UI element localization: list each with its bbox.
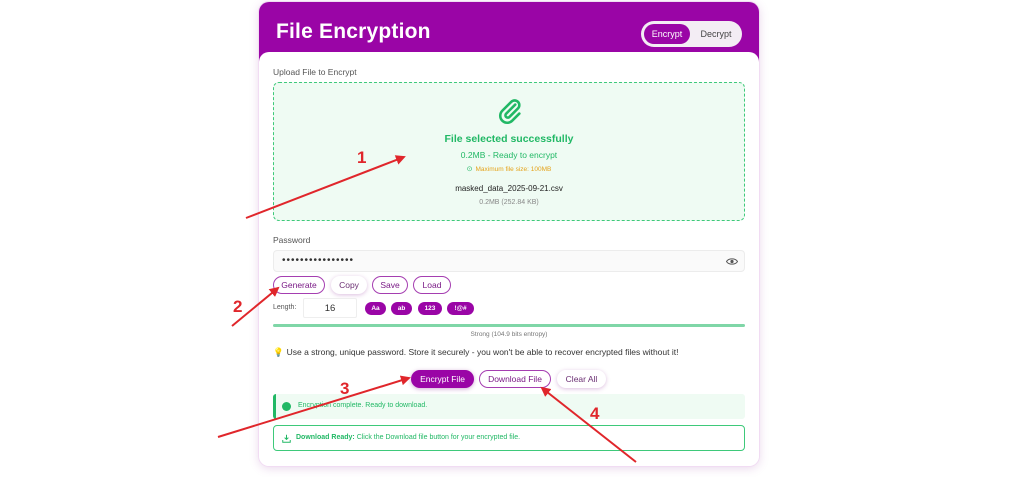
selected-file-name: masked_data_2025-09-21.csv — [455, 184, 563, 193]
max-file-size-text: Maximum file size: 100MB — [475, 166, 552, 173]
download-ready-box: Download Ready: Click the Download file … — [273, 425, 745, 451]
length-label: Length: — [273, 304, 297, 311]
generate-button[interactable]: Generate — [273, 276, 325, 294]
status-message: Encryption complete. Ready to download. — [298, 402, 428, 409]
symbols-chip[interactable]: !@# — [447, 302, 474, 315]
selected-file-size: 0.2MB (252.84 KB) — [479, 199, 539, 206]
upload-ready-text: 0.2MB - Ready to encrypt — [460, 150, 558, 160]
strength-text: Strong (104.9 bits entropy) — [470, 331, 548, 338]
save-button[interactable]: Save — [372, 276, 408, 294]
encrypt-mode-button[interactable]: Encrypt — [644, 24, 690, 44]
form-body: Upload File to Encrypt File selected suc… — [259, 52, 759, 466]
upload-label: Upload File to Encrypt — [273, 67, 357, 77]
page-title: File Encryption — [276, 20, 431, 43]
download-file-button[interactable]: Download File — [479, 370, 551, 388]
download-ready-title: Download Ready: — [296, 434, 355, 441]
status-alert: Encryption complete. Ready to download. — [273, 394, 745, 419]
download-icon — [282, 434, 291, 443]
length-input[interactable]: 16 — [303, 298, 357, 318]
upload-status: File selected successfully — [444, 133, 574, 145]
max-file-size: ⊙ Maximum file size: 100MB — [274, 165, 744, 173]
password-input[interactable]: •••••••••••••••• — [273, 250, 745, 272]
mode-toggle: Encrypt Decrypt — [641, 21, 742, 47]
password-value: •••••••••••••••• — [282, 255, 355, 266]
encryption-card: File Encryption Encrypt Decrypt Upload F… — [259, 2, 759, 466]
load-button[interactable]: Load — [413, 276, 451, 294]
strength-meter-fill — [273, 324, 745, 327]
eye-icon[interactable] — [726, 257, 738, 266]
uppercase-chip[interactable]: Aa — [365, 302, 386, 315]
password-tip: 💡 Use a strong, unique password. Store it… — [273, 347, 678, 358]
download-ready-text: Download Ready: Click the Download file … — [296, 434, 520, 441]
download-ready-message: Click the Download file button for your … — [356, 434, 521, 441]
lowercase-chip[interactable]: ab — [391, 302, 412, 315]
tip-text: Use a strong, unique password. Store it … — [286, 347, 679, 357]
paperclip-icon — [499, 99, 521, 124]
password-label: Password — [273, 235, 311, 245]
info-icon: ⊙ — [466, 166, 473, 173]
clear-all-button[interactable]: Clear All — [557, 370, 606, 388]
encrypt-file-button[interactable]: Encrypt File — [411, 370, 474, 388]
lightbulb-icon: 💡 — [273, 347, 284, 357]
check-circle-icon — [282, 402, 291, 411]
digits-chip[interactable]: 123 — [418, 302, 442, 315]
decrypt-mode-button[interactable]: Decrypt — [693, 24, 739, 44]
file-dropzone[interactable]: File selected successfully 0.2MB - Ready… — [273, 82, 745, 221]
copy-button[interactable]: Copy — [331, 276, 367, 294]
annotation-number-2: 2 — [233, 297, 242, 316]
strength-meter — [273, 324, 745, 327]
